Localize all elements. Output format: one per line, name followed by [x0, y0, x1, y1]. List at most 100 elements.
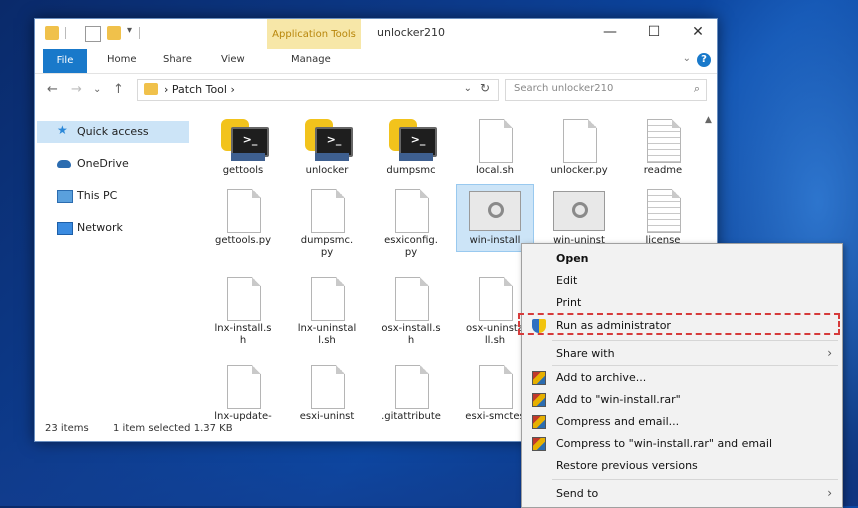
- folder-icon: [144, 83, 158, 95]
- menu-item-run-as-administrator[interactable]: Run as administrator: [518, 313, 842, 337]
- sidebar-item-onedrive[interactable]: OneDrive: [37, 153, 189, 175]
- file-name: gettools: [222, 165, 264, 176]
- network-icon: [57, 222, 73, 235]
- submenu-arrow-icon: ›: [827, 346, 832, 360]
- recent-locations-icon[interactable]: ⌄: [93, 84, 101, 95]
- back-icon[interactable]: ←: [47, 82, 58, 97]
- menu-item-share-with[interactable]: Share with ›: [522, 343, 842, 365]
- tab-share[interactable]: Share: [163, 54, 192, 65]
- menu-item-add-to-rar[interactable]: Add to "win-install.rar": [522, 389, 842, 411]
- file-item[interactable]: lnx-install.s h: [205, 273, 281, 367]
- blank-doc-icon: [227, 277, 261, 321]
- search-box[interactable]: Search unlocker210 ⌕: [505, 79, 707, 101]
- menu-item-label: Edit: [556, 274, 578, 287]
- file-item-selected[interactable]: win-install: [456, 184, 534, 252]
- window-title: unlocker210: [377, 26, 446, 39]
- blank-doc-icon: [311, 277, 345, 321]
- status-item-count: 23 items: [45, 423, 89, 434]
- menu-item-label: Send to: [556, 487, 599, 500]
- separator: [139, 27, 140, 39]
- file-item[interactable]: lnx-update-: [205, 361, 281, 425]
- python-icon: >_: [389, 119, 437, 163]
- sidebar-item-quick-access[interactable]: ★ Quick access: [37, 121, 189, 143]
- address-row: ← → ⌄ ↑ › Patch Tool › ⌄ ↻ Search unlock…: [35, 74, 717, 104]
- menu-item-compress-to-rar-and-email[interactable]: Compress to "win-install.rar" and email: [522, 433, 842, 455]
- file-name: lnx-update-: [214, 411, 272, 422]
- sidebar-item-label: Network: [77, 221, 123, 234]
- tab-view[interactable]: View: [221, 54, 245, 65]
- file-name: unlocker.py: [550, 165, 608, 176]
- computer-icon: [57, 190, 73, 203]
- settings-file-icon: [553, 191, 605, 231]
- close-button[interactable]: ✕: [683, 24, 713, 40]
- menu-item-label: Run as administrator: [556, 319, 671, 332]
- file-item[interactable]: esxi-uninst: [289, 361, 365, 425]
- blank-doc-icon: [395, 277, 429, 321]
- sidebar-item-this-pc[interactable]: This PC: [37, 185, 189, 207]
- file-item[interactable]: dumpsmc. py: [289, 185, 365, 279]
- file-name: local.sh: [475, 165, 515, 176]
- file-item[interactable]: osx-install.s h: [373, 273, 449, 367]
- properties-icon[interactable]: [85, 26, 101, 42]
- menu-separator: [552, 340, 838, 341]
- up-icon[interactable]: ↑: [113, 82, 124, 97]
- file-item[interactable]: gettools.py: [205, 185, 281, 279]
- file-item[interactable]: .gitattribute: [373, 361, 449, 425]
- ribbon-tabs: File Home Share View Manage ⌄ ?: [35, 49, 717, 74]
- submenu-arrow-icon: ›: [827, 486, 832, 500]
- blank-doc-icon: [227, 189, 261, 233]
- search-input[interactable]: Search unlocker210: [514, 83, 613, 94]
- menu-item-open[interactable]: Open: [522, 248, 842, 270]
- menu-item-label: Add to "win-install.rar": [556, 393, 681, 406]
- expand-ribbon-icon[interactable]: ⌄: [683, 53, 691, 64]
- winrar-icon: [532, 371, 546, 385]
- menu-item-label: Compress and email...: [556, 415, 680, 428]
- text-doc-icon: [647, 189, 681, 233]
- menu-item-restore-previous-versions[interactable]: Restore previous versions: [522, 455, 842, 477]
- status-selection: 1 item selected 1.37 KB: [113, 423, 233, 434]
- menu-item-label: Print: [556, 296, 582, 309]
- blank-doc-icon: [479, 119, 513, 163]
- blank-doc-icon: [563, 119, 597, 163]
- settings-file-icon: [469, 191, 521, 231]
- file-name: readme: [643, 165, 683, 176]
- text-doc-icon: [647, 119, 681, 163]
- help-icon[interactable]: ?: [697, 53, 711, 67]
- menu-item-label: Open: [556, 252, 589, 265]
- menu-item-edit[interactable]: Edit: [522, 270, 842, 292]
- file-name: osx-install.s h: [381, 323, 441, 346]
- sidebar-item-network[interactable]: Network: [37, 217, 189, 239]
- menu-item-send-to[interactable]: Send to ›: [522, 483, 842, 505]
- context-menu: Open Edit Print Run as administrator Sha…: [518, 243, 843, 508]
- tab-manage[interactable]: Manage: [291, 54, 331, 65]
- star-pin-icon: ★: [57, 123, 68, 137]
- file-name: esxi-uninst: [299, 411, 355, 422]
- maximize-button[interactable]: ☐: [639, 24, 669, 40]
- sidebar-item-label: Quick access: [77, 125, 149, 138]
- winrar-icon: [532, 437, 546, 451]
- file-item[interactable]: esxiconfig. py: [373, 185, 449, 279]
- refresh-icon[interactable]: ↻: [480, 81, 490, 95]
- blank-doc-icon: [311, 365, 345, 409]
- python-icon: >_: [221, 119, 269, 163]
- tab-home[interactable]: Home: [107, 54, 137, 65]
- tab-file[interactable]: File: [43, 49, 87, 73]
- file-name: lnx-install.s h: [214, 323, 272, 346]
- file-name: dumpsmc. py: [300, 235, 354, 258]
- minimize-button[interactable]: —: [595, 24, 625, 40]
- blank-doc-icon: [479, 365, 513, 409]
- new-folder-icon[interactable]: [107, 26, 121, 40]
- address-dropdown-icon[interactable]: ⌄: [464, 83, 472, 94]
- navigation-pane: ★ Quick access OneDrive This PC Network: [35, 115, 195, 425]
- file-item[interactable]: lnx-uninstal l.sh: [289, 273, 365, 367]
- menu-item-print[interactable]: Print: [522, 292, 842, 314]
- address-bar[interactable]: › Patch Tool › ⌄ ↻: [137, 79, 499, 101]
- scroll-up-icon[interactable]: ▲: [705, 115, 712, 125]
- breadcrumb[interactable]: › Patch Tool ›: [164, 83, 235, 96]
- menu-item-compress-and-email[interactable]: Compress and email...: [522, 411, 842, 433]
- forward-icon[interactable]: →: [71, 82, 82, 97]
- file-name: dumpsmc: [386, 165, 436, 176]
- menu-item-add-to-archive[interactable]: Add to archive...: [522, 367, 842, 389]
- uac-shield-icon: [532, 319, 546, 333]
- folder-icon: [45, 26, 59, 40]
